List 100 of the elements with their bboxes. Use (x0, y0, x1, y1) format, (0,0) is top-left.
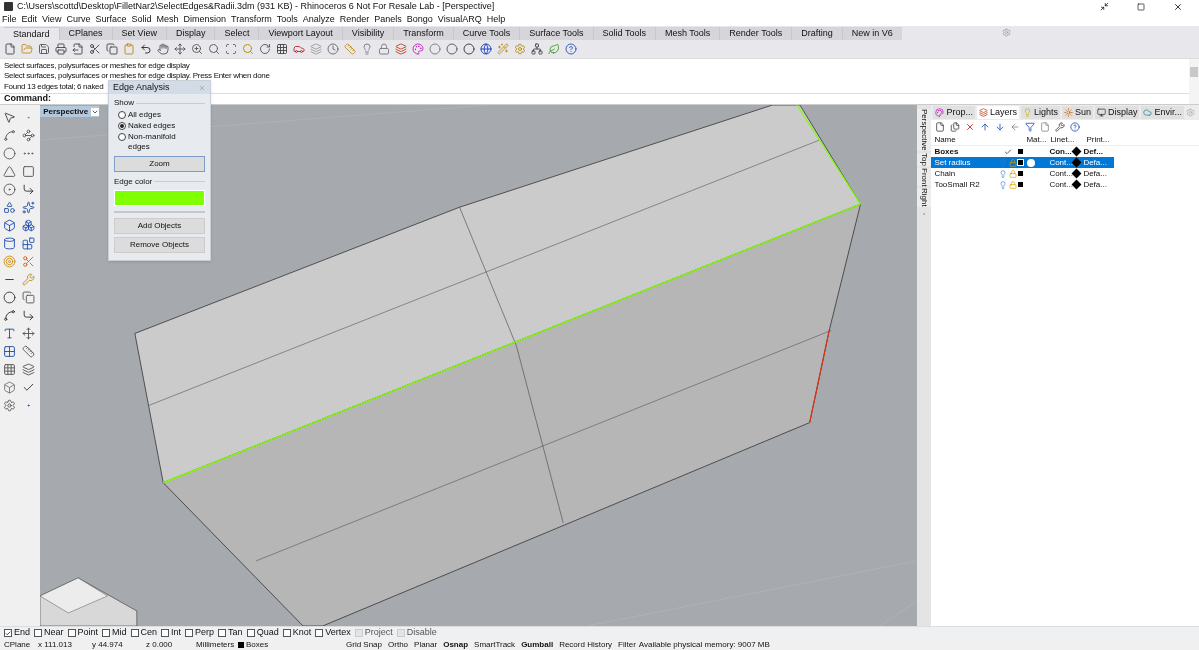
color-swatch[interactable] (1017, 181, 1025, 188)
restore-icon[interactable] (1137, 2, 1145, 11)
color-wheel-icon[interactable] (412, 43, 424, 55)
printer-icon[interactable] (55, 43, 67, 55)
filter-icon[interactable] (1025, 122, 1036, 132)
panel-tab[interactable]: Layers (976, 106, 1019, 119)
split-icon[interactable] (21, 255, 35, 268)
layers-icon[interactable] (21, 363, 35, 376)
print-width-cell[interactable]: Defa... (1083, 178, 1107, 191)
lock-icon[interactable] (1009, 158, 1018, 167)
panel-tab[interactable]: Sun (1061, 106, 1093, 119)
gear-icon[interactable] (514, 43, 526, 55)
help-icon[interactable] (565, 43, 577, 55)
menu-item[interactable]: Curve (66, 12, 91, 27)
print-width-cell[interactable]: Def... (1083, 145, 1103, 158)
status-toggle[interactable]: Filter (615, 638, 639, 650)
ruler-icon[interactable] (344, 43, 356, 55)
wand-icon[interactable] (497, 43, 509, 55)
menu-item[interactable]: File (2, 12, 17, 27)
close-icon[interactable] (1173, 1, 1183, 12)
print-width-cell[interactable]: Defa... (1083, 156, 1107, 169)
color-swatch[interactable] (114, 189, 205, 206)
radio-option[interactable]: All edges (118, 110, 205, 120)
units-label[interactable]: Millimeters (196, 638, 238, 650)
panel-tab[interactable]: Lights (1020, 106, 1060, 119)
toolbar-tab[interactable]: Drafting (791, 27, 842, 40)
zoom-extents-icon[interactable] (225, 43, 237, 55)
menu-item[interactable]: Analyze (302, 12, 335, 27)
toolbar-tab[interactable]: CPlanes (58, 27, 112, 40)
osnap-checkbox[interactable]: Point (67, 626, 99, 640)
new-sublayer-icon[interactable] (950, 122, 961, 132)
dialog-button[interactable]: Remove Objects (114, 237, 205, 253)
menu-item[interactable]: Tools (276, 12, 298, 27)
osnap-checkbox[interactable]: Mid (102, 626, 127, 640)
zoom-button[interactable]: Zoom (114, 156, 205, 172)
leaf-icon[interactable] (548, 43, 560, 55)
toolbar-tab[interactable]: Mesh Tools (654, 27, 720, 40)
array-icon[interactable] (3, 345, 16, 358)
settings-icon[interactable] (3, 399, 16, 412)
column-header[interactable]: Linet... (1050, 133, 1087, 146)
page-icon[interactable] (1040, 122, 1051, 132)
move-icon[interactable] (21, 327, 35, 340)
rotate-icon[interactable] (259, 43, 271, 55)
dimension-icon[interactable] (21, 345, 35, 358)
toolbar-tab[interactable]: Transform (393, 27, 453, 40)
pointer-icon[interactable] (3, 111, 16, 124)
layers-icon[interactable] (395, 43, 407, 55)
rectangle-icon[interactable] (21, 165, 35, 178)
osnap-checkbox[interactable]: Knot (282, 626, 312, 640)
status-toggle[interactable]: Grid Snap (343, 638, 386, 650)
menu-item[interactable]: Dimension (183, 12, 226, 27)
check-icon[interactable] (21, 381, 35, 394)
dialog-button[interactable]: Add Objects (114, 218, 205, 235)
linetype-cell[interactable]: Cont... (1049, 178, 1074, 191)
mesh-icon[interactable] (21, 237, 35, 250)
layer-row[interactable]: Chain Cont... Defa... (931, 168, 1115, 179)
dropdown-icon[interactable] (91, 107, 100, 116)
curve-icon[interactable] (3, 309, 16, 322)
panel-tab[interactable]: Prop... (933, 106, 975, 119)
status-toggle[interactable]: Gumball (518, 638, 557, 650)
osnap-checkbox[interactable]: End (4, 626, 30, 640)
clock-icon[interactable] (327, 43, 339, 55)
column-header[interactable]: Mat... (1026, 133, 1051, 146)
grid-icon[interactable] (3, 363, 16, 376)
toolbar-tab[interactable]: Standard (4, 27, 59, 40)
current-layer[interactable]: Boxes (246, 638, 343, 650)
osnap-checkbox[interactable]: Vertex (315, 626, 351, 640)
minimize-icon[interactable] (1100, 2, 1109, 11)
osnap-checkbox[interactable]: Tan (218, 626, 243, 640)
layer-row[interactable]: TooSmall R2 Cont... Defa... (931, 179, 1115, 190)
help-icon[interactable] (1070, 122, 1081, 132)
export-icon[interactable] (72, 43, 84, 55)
fillet-icon[interactable] (21, 309, 35, 322)
print-width-cell[interactable]: Defa... (1083, 167, 1107, 180)
radio-option[interactable]: Naked edges (118, 121, 205, 131)
viewport-tab[interactable]: Perspective (40, 106, 100, 117)
lock-icon[interactable] (378, 43, 390, 55)
toolbar-tab[interactable]: Visibility (341, 27, 394, 40)
status-toggle[interactable]: Osnap (440, 638, 472, 650)
clipboard-icon[interactable] (123, 43, 135, 55)
menu-item[interactable]: VisualARQ (437, 12, 482, 27)
linetype-cell[interactable]: Cont... (1049, 156, 1074, 169)
toolbar-tab[interactable]: Render Tools (719, 27, 792, 40)
menu-item[interactable]: Surface (95, 12, 127, 27)
circle-icon[interactable] (3, 147, 16, 160)
solid-icon[interactable] (21, 219, 35, 232)
layer-row[interactable]: Set radius Cont... Defa... (931, 157, 1115, 168)
new-layer-icon[interactable] (935, 122, 946, 132)
curve-icon[interactable] (21, 129, 35, 142)
linetype-cell[interactable]: Cont... (1049, 167, 1074, 180)
status-toggle[interactable]: Ortho (385, 638, 412, 650)
menu-item[interactable]: Panels (374, 12, 402, 27)
scrollbar[interactable] (1189, 59, 1199, 104)
status-toggle[interactable]: Planar (411, 638, 441, 650)
menu-item[interactable]: View (42, 12, 62, 27)
osnap-checkbox[interactable]: Cen (130, 626, 158, 640)
zoom-icon[interactable] (191, 43, 203, 55)
toolbar-tab[interactable]: Set View (111, 27, 166, 40)
panel-tab[interactable]: Envir... (1141, 106, 1184, 119)
menu-item[interactable]: Help (486, 12, 506, 27)
